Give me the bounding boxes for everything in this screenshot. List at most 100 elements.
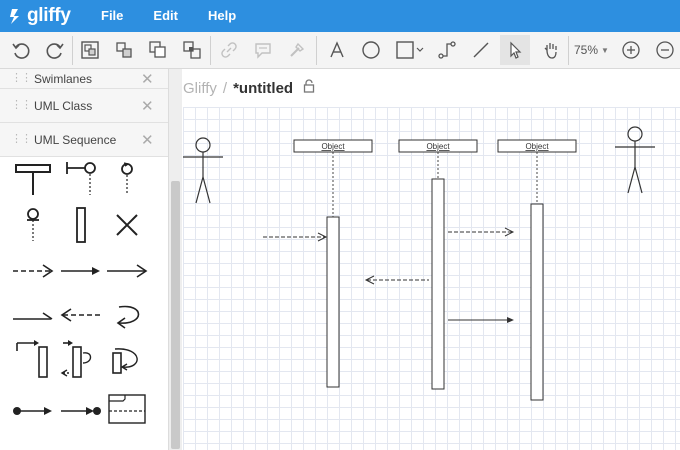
rectangle-tool-button[interactable] [392,35,428,65]
shape-solid-filled-arrow[interactable] [58,251,104,291]
ungroup-button[interactable] [109,35,139,65]
bring-front-icon [149,41,166,58]
redo-button[interactable] [40,35,70,65]
message-dashed-return[interactable] [364,275,429,285]
breadcrumb-gliffy[interactable]: Gliffy [183,80,217,97]
drag-handle-icon[interactable]: ⋮⋮ [11,100,32,111]
shape-lifeline-entity[interactable] [10,205,56,245]
shape-self-message[interactable] [104,295,150,335]
line-tool-icon [473,42,489,58]
scrollbar-thumb[interactable] [171,181,180,449]
object-lifeline-1[interactable]: Object [293,139,373,388]
shape-activation-self-call[interactable] [104,339,150,379]
object-lifeline-3[interactable]: Object [497,139,577,401]
shape-solid-open-arrow[interactable] [104,251,150,291]
zoom-in-icon [622,41,640,59]
link-button[interactable] [214,35,244,65]
send-back-button[interactable] [177,35,207,65]
zoom-out-button[interactable] [650,35,680,65]
library-swimlanes[interactable]: ⋮⋮ Swimlanes ✕ [0,69,168,89]
close-icon[interactable]: ✕ [141,70,154,88]
dashed-return-arrow-icon [60,308,101,322]
shape-lifeline-control[interactable] [104,159,150,199]
drag-handle-icon[interactable]: ⋮⋮ [11,73,32,84]
shape-activation-call[interactable] [10,339,56,379]
undo-button[interactable] [6,35,36,65]
solid-filled-arrow-icon [61,267,100,275]
shape-half-arrow[interactable] [10,295,56,335]
format-painter-icon [290,42,305,57]
library-uml-sequence[interactable]: ⋮⋮ UML Sequence ✕ [0,123,168,157]
shape-found-message[interactable] [10,391,56,431]
message-dashed-1[interactable] [263,232,328,242]
chevron-down-icon: ▼ [601,45,609,55]
shape-lost-message[interactable] [58,391,104,431]
shape-lifeline-boundary[interactable] [58,159,104,199]
object-lifeline-2[interactable]: Object [398,139,478,390]
connector-tool-button[interactable] [432,35,462,65]
lifeline-object-icon [15,164,51,195]
pan-tool-button[interactable] [536,35,566,65]
toolbar-separator [210,36,211,65]
drag-handle-icon[interactable]: ⋮⋮ [11,134,32,145]
object-label: Object [321,142,345,151]
zoom-out-icon [656,41,674,59]
frame-icon [108,394,146,424]
diagram-canvas[interactable]: Object Object Object [183,107,680,450]
shape-lifeline-object[interactable] [10,159,56,199]
actor-left[interactable] [183,137,223,204]
solid-open-arrow-icon [107,264,148,278]
menu-help[interactable]: Help [193,0,251,32]
line-tool-button[interactable] [466,35,496,65]
format-painter-button[interactable] [282,35,312,65]
undo-icon [12,43,30,59]
comment-button[interactable] [248,35,278,65]
shape-frame[interactable] [104,391,150,431]
close-icon[interactable]: ✕ [141,131,154,149]
group-button[interactable] [75,35,105,65]
shape-dashed-open-arrow[interactable] [10,251,56,291]
shape-dashed-return-arrow[interactable] [58,295,104,335]
comment-icon [255,43,271,59]
toolbar-separator [316,36,317,65]
shape-library-sidebar: ⋮⋮ Swimlanes ✕ ⋮⋮ UML Class ✕ ⋮⋮ UML Seq… [0,69,168,450]
redo-icon [46,43,64,59]
object-label: Object [426,142,450,151]
close-icon[interactable]: ✕ [141,97,154,115]
zoom-select[interactable]: 75% ▼ [574,35,609,65]
library-uml-class[interactable]: ⋮⋮ UML Class ✕ [0,89,168,123]
link-icon [221,42,237,58]
message-solid[interactable] [448,317,514,323]
menu-file[interactable]: File [86,0,138,32]
bring-front-button[interactable] [143,35,173,65]
gliffy-logo[interactable]: gliffy [8,0,86,32]
dashed-open-arrow-icon [13,264,54,278]
text-tool-button[interactable] [322,35,352,65]
connector-tool-icon [438,41,456,59]
activation-self-call-icon [112,348,138,374]
self-message-icon [116,305,140,329]
shape-activation-bar[interactable] [58,205,104,245]
canvas-area: Gliffy / *untitled Object Object Object [183,69,680,450]
message-dashed-2[interactable] [448,227,515,237]
toolbar-separator [72,36,73,65]
zoom-in-button[interactable] [616,35,646,65]
object-label: Object [525,142,549,151]
activation-call-icon [16,340,48,378]
ellipse-tool-button[interactable] [356,35,386,65]
group-icon [81,41,99,59]
lifeline-boundary-icon [66,162,96,195]
shape-destroy[interactable] [104,205,150,245]
menu-edit[interactable]: Edit [138,0,193,32]
ungroup-icon [116,42,132,58]
shape-activation-return[interactable] [58,339,104,379]
sidebar-scrollbar[interactable] [168,69,182,450]
lock-icon[interactable] [303,78,315,98]
toolbar: 75% ▼ [0,32,680,69]
text-tool-icon [330,41,344,58]
pointer-tool-icon [510,41,522,59]
actor-right[interactable] [615,126,655,194]
pointer-tool-button[interactable] [500,35,530,65]
menubar: gliffy File Edit Help [0,0,680,32]
document-title[interactable]: *untitled [233,80,293,97]
